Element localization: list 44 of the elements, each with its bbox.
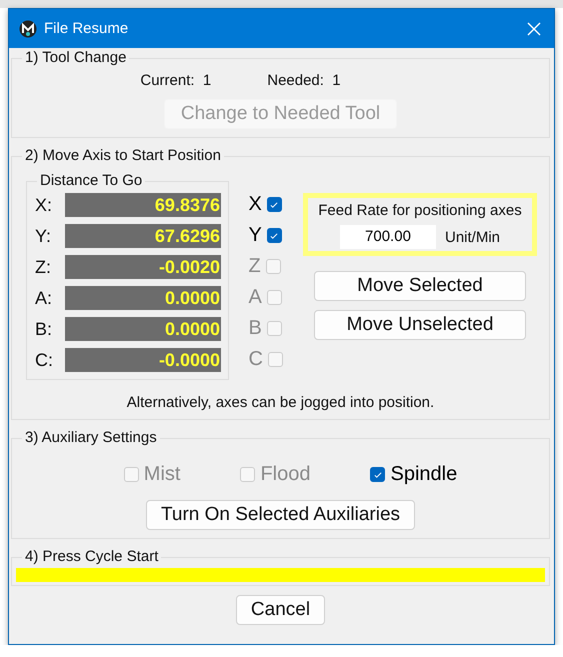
close-icon[interactable] (527, 22, 541, 36)
check-icon (269, 200, 280, 210)
checkbox-label: X (248, 193, 262, 216)
distance-readout: 0.0000 (65, 317, 221, 341)
needed-tool-text: Needed: 1 (267, 72, 341, 89)
checkbox[interactable] (266, 228, 282, 243)
checkbox-label: B (248, 317, 262, 340)
axis-label: A: (35, 288, 54, 308)
feed-rate-field[interactable]: 700.00 (340, 225, 436, 249)
check-icon (269, 230, 280, 240)
axis-label: X: (35, 194, 54, 216)
checkbox[interactable] (370, 467, 386, 482)
distance-readout: 69.8376 (65, 193, 221, 217)
window-title: File Resume (44, 20, 130, 37)
checkbox-label: Y (248, 224, 262, 247)
checkbox-label: A (248, 286, 262, 309)
group-title: 4) Press Cycle Start (22, 548, 162, 566)
axis-label: Y: (35, 226, 52, 246)
distance-readout: -0.0020 (65, 255, 221, 279)
cancel-button[interactable]: Cancel (236, 595, 326, 625)
move-button[interactable]: Move Unselected (314, 310, 526, 340)
unit-label: Unit/Min (444, 228, 500, 246)
distance-readout: -0.0000 (65, 348, 221, 372)
app-logo-icon (19, 20, 37, 38)
auxiliaries-button[interactable]: Turn On Selected Auxiliaries (146, 500, 416, 530)
move-button[interactable]: Move Selected (314, 271, 526, 301)
checkbox-label: Mist (144, 463, 180, 486)
current-tool-text: Current: 1 (140, 72, 212, 89)
checkbox-label: Spindle (390, 463, 458, 486)
axis-label: Z: (35, 256, 52, 278)
checkbox-label: Flood (260, 463, 310, 486)
group-title: 2) Move Axis to Start Position (22, 147, 224, 165)
distance-readout: 67.6296 (65, 224, 221, 248)
group-title: 1) Tool Change (22, 49, 130, 67)
check-icon (372, 470, 383, 480)
feed-rate-label: Feed Rate for positioning axes (318, 202, 522, 219)
group-title: 3) Auxiliary Settings (22, 429, 160, 447)
hint-text: Alternatively, axes can be jogged into position. (126, 394, 436, 411)
checkbox-label: Z (248, 255, 261, 278)
axis-label: C: (35, 350, 54, 370)
checkbox[interactable] (266, 197, 282, 212)
checkbox-label: C (248, 348, 263, 371)
distance-readout: 0.0000 (65, 286, 221, 310)
axis-label: B: (35, 318, 54, 340)
